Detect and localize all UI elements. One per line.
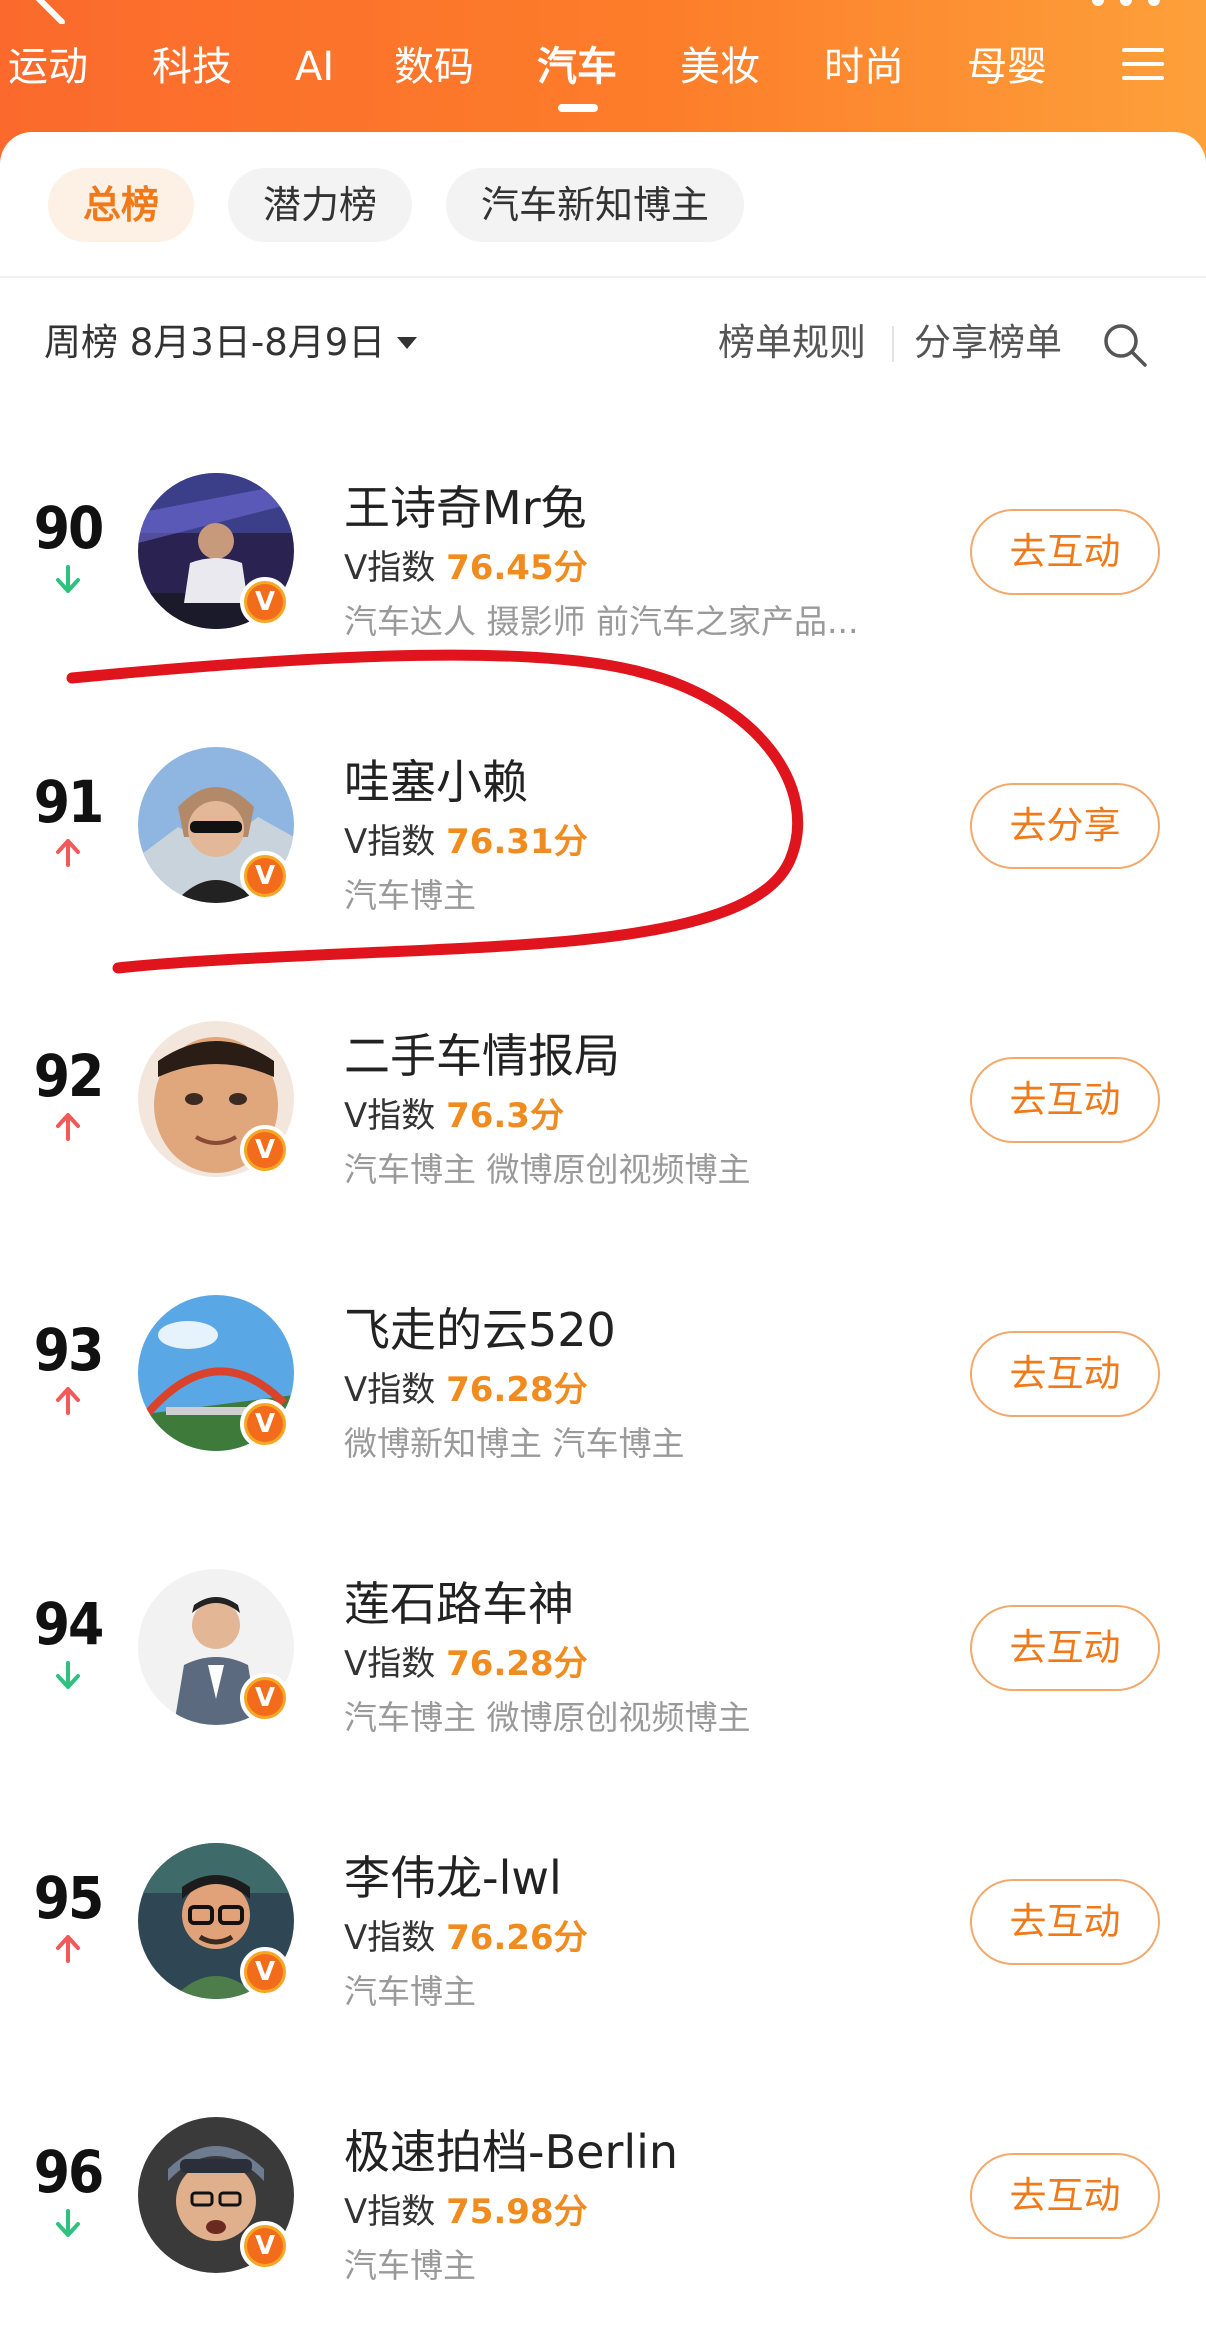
chip-overall[interactable]: 总榜 <box>48 168 194 242</box>
user-description: 汽车博主 <box>344 1972 476 2011</box>
rank-number: 92 <box>33 1042 105 1110</box>
tab-tech[interactable]: 科技 <box>152 38 232 96</box>
user-name[interactable]: 极速拍档-Berlin <box>344 2123 678 2181</box>
list-item[interactable]: 91 V 哇塞小赖 V指数 76.31分 汽车博主 去分享 <box>0 685 1206 959</box>
interact-button[interactable]: 去互动 <box>970 1605 1160 1691</box>
user-description: 汽车博主 <box>344 2246 476 2285</box>
user-description: 汽车博主 <box>344 876 476 915</box>
category-tabs: 运动 科技 AI 数码 汽车 美妆 时尚 母婴 <box>0 38 1206 98</box>
chip-car-new-knowledge[interactable]: 汽车新知博主 <box>446 168 744 242</box>
verified-badge-icon: V <box>240 1947 290 1997</box>
trend-up-icon <box>56 1387 80 1415</box>
rank-number: 95 <box>33 1864 105 1932</box>
trend-down-icon <box>56 1661 80 1689</box>
tab-digital[interactable]: 数码 <box>394 38 474 96</box>
trend-down-icon <box>56 2209 80 2237</box>
verified-badge-icon: V <box>240 2221 290 2271</box>
v-index-score: V指数 75.98分 <box>344 2192 588 2232</box>
user-name[interactable]: 飞走的云520 <box>344 1301 616 1359</box>
user-name[interactable]: 莲石路车神 <box>344 1575 574 1633</box>
tab-ai[interactable]: AI <box>295 38 334 96</box>
rank-number: 90 <box>33 494 105 562</box>
v-index-score: V指数 76.45分 <box>344 548 588 588</box>
list-item[interactable]: 92 V 二手车情报局 V指数 76.3分 汽车博主 微博原创视频博主 去互动 <box>0 959 1206 1233</box>
tab-cars[interactable]: 汽车 <box>537 38 617 96</box>
user-name[interactable]: 王诗奇Mr兔 <box>344 479 587 537</box>
verified-badge-icon: V <box>240 851 290 901</box>
verified-badge-icon: V <box>240 1673 290 1723</box>
rank-number: 91 <box>33 768 105 836</box>
active-tab-indicator <box>558 104 598 112</box>
rules-link[interactable]: 榜单规则 <box>718 318 866 368</box>
user-description: 微博新知博主 汽车博主 <box>344 1424 685 1463</box>
user-description: 汽车博主 微博原创视频博主 <box>344 1698 751 1737</box>
interact-button[interactable]: 去互动 <box>970 1057 1160 1143</box>
interact-button[interactable]: 去互动 <box>970 1331 1160 1417</box>
period-selector[interactable]: 周榜 8月3日-8月9日 <box>44 318 418 368</box>
toolbar-separator <box>892 326 894 362</box>
rank-number: 94 <box>33 1590 105 1658</box>
user-name[interactable]: 李伟龙-lwl <box>344 1849 562 1907</box>
search-icon[interactable] <box>1100 320 1150 370</box>
user-description: 汽车博主 微博原创视频博主 <box>344 1150 751 1189</box>
more-dots-icon[interactable] <box>1086 0 1166 14</box>
period-label: 周榜 8月3日-8月9日 <box>44 321 386 364</box>
rank-number: 96 <box>33 2138 105 2206</box>
list-item[interactable]: 96 V 极速拍档-Berlin V指数 75.98分 汽车博主 去互动 <box>0 2055 1206 2329</box>
tab-fashion[interactable]: 时尚 <box>824 38 904 96</box>
list-item[interactable]: 90 V 王诗奇Mr兔 V指数 76.45分 汽车达人 摄影师 前汽车之家产品.… <box>0 411 1206 685</box>
user-name[interactable]: 二手车情报局 <box>344 1027 620 1085</box>
rank-number: 93 <box>33 1316 105 1384</box>
interact-button[interactable]: 去互动 <box>970 509 1160 595</box>
menu-icon[interactable] <box>1122 46 1164 82</box>
interact-button[interactable]: 去互动 <box>970 2153 1160 2239</box>
trend-up-icon <box>56 1113 80 1141</box>
trend-up-icon <box>56 839 80 867</box>
back-arrow-icon[interactable] <box>22 0 82 24</box>
trend-down-icon <box>56 565 80 593</box>
share-list-link[interactable]: 分享榜单 <box>914 318 1062 368</box>
v-index-score: V指数 76.28分 <box>344 1370 588 1410</box>
verified-badge-icon: V <box>240 577 290 627</box>
tab-maternity[interactable]: 母婴 <box>967 38 1047 96</box>
interact-button[interactable]: 去互动 <box>970 1879 1160 1965</box>
tab-beauty[interactable]: 美妆 <box>680 38 760 96</box>
list-item[interactable]: 95 V 李伟龙-lwl V指数 76.26分 汽车博主 去互动 <box>0 1781 1206 2055</box>
verified-badge-icon: V <box>240 1399 290 1449</box>
user-name[interactable]: 哇塞小赖 <box>344 753 528 811</box>
chip-potential[interactable]: 潜力榜 <box>228 168 412 242</box>
v-index-score: V指数 76.31分 <box>344 822 588 862</box>
tab-sports[interactable]: 运动 <box>8 38 88 96</box>
divider <box>0 276 1206 278</box>
list-item[interactable]: 94 V 莲石路车神 V指数 76.28分 汽车博主 微博原创视频博主 去互动 <box>0 1507 1206 1781</box>
list-item[interactable]: 93 V 飞走的云520 V指数 76.28分 微博新知博主 汽车博主 去互动 <box>0 1233 1206 1507</box>
caret-down-icon <box>397 336 418 349</box>
v-index-score: V指数 76.3分 <box>344 1096 564 1136</box>
v-index-score: V指数 76.26分 <box>344 1918 588 1958</box>
user-description: 汽车达人 摄影师 前汽车之家产品... <box>344 602 859 641</box>
verified-badge-icon: V <box>240 1125 290 1175</box>
v-index-score: V指数 76.28分 <box>344 1644 588 1684</box>
trend-up-icon <box>56 1935 80 1963</box>
share-button[interactable]: 去分享 <box>970 783 1160 869</box>
